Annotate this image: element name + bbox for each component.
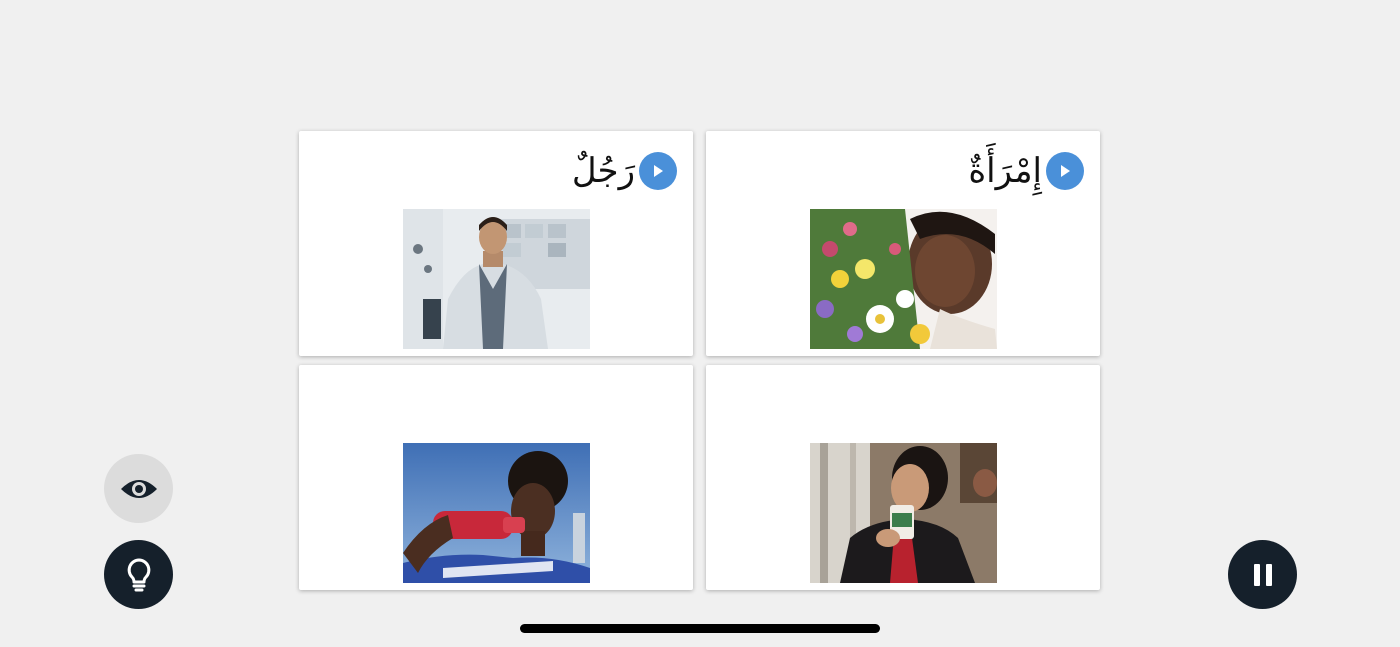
lightbulb-icon [127,558,150,591]
arabic-word: رَجُلٌ [571,151,635,191]
pause-icon [1253,563,1272,586]
play-icon [1061,165,1070,177]
toggle-visibility-button[interactable] [104,454,173,523]
eye-icon [120,479,157,498]
woman-photo [810,209,997,349]
card-header: رَجُلٌ [572,151,677,191]
woman-coffee-photo [810,443,997,583]
flashcard-man[interactable]: رَجُلٌ [299,131,693,356]
hint-button[interactable] [104,540,173,609]
home-indicator[interactable] [520,624,880,633]
man-photo [403,209,590,349]
flashcard-woman[interactable]: إِمْرَأَةٌ [706,131,1100,356]
boy-drinking-photo [403,443,590,583]
flashcard-boy-drinking[interactable] [299,365,693,590]
arabic-word: إِمْرَأَةٌ [968,151,1042,191]
play-icon [654,165,663,177]
card-header: إِمْرَأَةٌ [968,151,1084,191]
play-audio-button[interactable] [1046,152,1084,190]
play-audio-button[interactable] [639,152,677,190]
pause-button[interactable] [1228,540,1297,609]
flashcard-woman-coffee[interactable] [706,365,1100,590]
